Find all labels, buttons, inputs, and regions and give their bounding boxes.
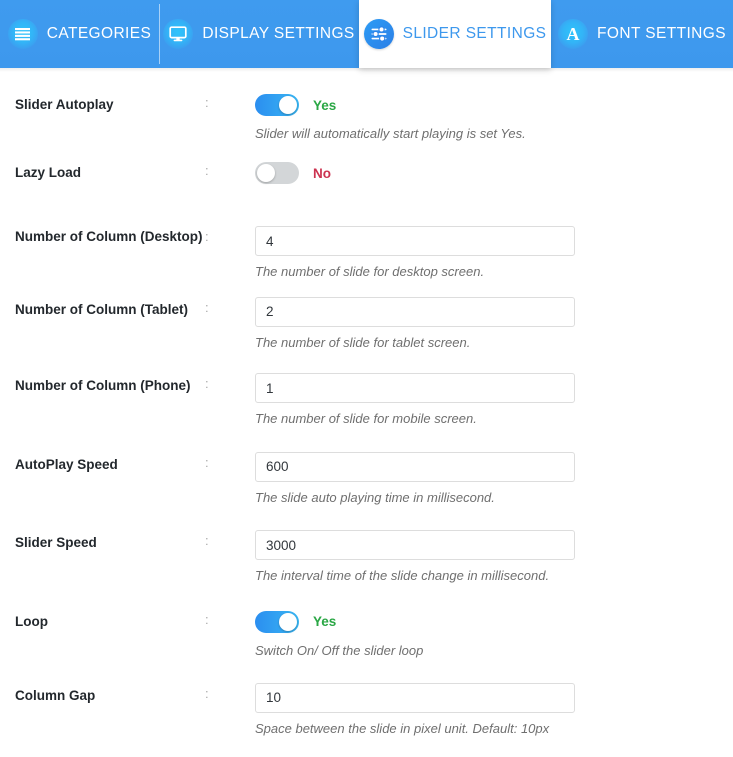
field-label-loop: Loop [15, 613, 48, 629]
tab-font-settings[interactable]: A FONT SETTINGS [551, 0, 733, 68]
input-columns-tablet[interactable] [255, 296, 575, 327]
toggle-state-lazy-load: No [313, 165, 331, 181]
field-row-loop: Loop : Yes Switch On/ Off the slider loo… [0, 607, 733, 661]
toggle-slider-autoplay[interactable] [255, 94, 299, 116]
field-help-column-gap: Space between the slide in pixel unit. D… [255, 720, 550, 736]
field-row-columns-tablet: Number of Column (Tablet) : The number o… [0, 295, 733, 352]
field-separator: : [205, 685, 209, 701]
field-row-columns-phone: Number of Column (Phone) : The number of… [0, 371, 733, 428]
font-a-icon: A [558, 19, 589, 49]
field-label-slider-autoplay: Slider Autoplay [15, 97, 114, 112]
field-separator: : [205, 376, 209, 392]
field-help-autoplay-speed: The slide auto playing time in milliseco… [255, 489, 495, 505]
field-separator: : [205, 95, 209, 110]
field-row-slider-speed: Slider Speed : The interval time of the … [0, 528, 733, 585]
input-columns-desktop[interactable] [255, 226, 575, 256]
field-separator: : [205, 229, 209, 244]
field-separator: : [205, 454, 209, 470]
slider-settings-form: Slider Autoplay : Yes Slider will automa… [0, 68, 733, 737]
tab-slider-settings-label: SLIDER SETTINGS [402, 25, 547, 42]
field-help-slider-autoplay: Slider will automatically start playing … [255, 126, 526, 141]
tab-display-settings-label: DISPLAY SETTINGS [202, 25, 355, 42]
field-row-column-gap: Column Gap : Space between the slide in … [0, 681, 733, 738]
field-separator: : [205, 163, 209, 178]
tab-slider-settings[interactable]: SLIDER SETTINGS [359, 0, 551, 68]
field-label-slider-speed: Slider Speed [15, 535, 97, 551]
toggle-state-slider-autoplay: Yes [313, 97, 337, 113]
input-autoplay-speed[interactable] [255, 451, 575, 482]
sliders-icon [363, 19, 394, 49]
field-help-columns-tablet: The number of slide for tablet screen. [255, 334, 471, 350]
field-label-columns-desktop: Number of Column (Desktop) [15, 229, 203, 244]
list-icon [7, 19, 38, 49]
tab-font-settings-label: FONT SETTINGS [597, 25, 726, 42]
toggle-knob [279, 612, 297, 631]
input-column-gap[interactable] [255, 682, 575, 713]
field-help-loop: Switch On/ Off the slider loop [255, 642, 424, 658]
input-columns-phone[interactable] [255, 373, 575, 404]
field-row-slider-autoplay: Slider Autoplay : Yes Slider will automa… [0, 90, 733, 144]
field-separator: : [205, 299, 209, 315]
field-row-columns-desktop: Number of Column (Desktop) : The number … [0, 224, 733, 281]
tab-display-settings[interactable]: DISPLAY SETTINGS [159, 0, 359, 68]
tab-categories[interactable]: CATEGORIES [0, 0, 159, 68]
field-separator: : [205, 533, 209, 549]
toggle-loop[interactable] [255, 610, 299, 633]
toggle-knob [257, 164, 275, 182]
field-label-columns-tablet: Number of Column (Tablet) [15, 301, 188, 317]
field-label-columns-phone: Number of Column (Phone) [15, 378, 191, 394]
monitor-icon [163, 19, 194, 49]
toggle-state-loop: Yes [313, 614, 337, 630]
toggle-knob [279, 96, 297, 114]
settings-tab-bar: CATEGORIES DISPLAY SETTINGS SLIDER SETTI… [0, 0, 733, 72]
field-row-autoplay-speed: AutoPlay Speed : The slide auto playing … [0, 450, 733, 507]
field-label-autoplay-speed: AutoPlay Speed [15, 456, 118, 472]
input-slider-speed[interactable] [255, 530, 575, 561]
field-label-column-gap: Column Gap [15, 687, 96, 703]
tab-categories-label: CATEGORIES [46, 25, 152, 42]
toggle-lazy-load[interactable] [255, 162, 299, 184]
field-help-slider-speed: The interval time of the slide change in… [255, 568, 550, 584]
field-help-columns-phone: The number of slide for mobile screen. [255, 411, 477, 427]
field-label-lazy-load: Lazy Load [15, 165, 82, 180]
field-help-columns-desktop: The number of slide for desktop screen. [255, 264, 485, 279]
field-row-lazy-load: Lazy Load : No [0, 158, 733, 212]
field-separator: : [205, 611, 209, 627]
